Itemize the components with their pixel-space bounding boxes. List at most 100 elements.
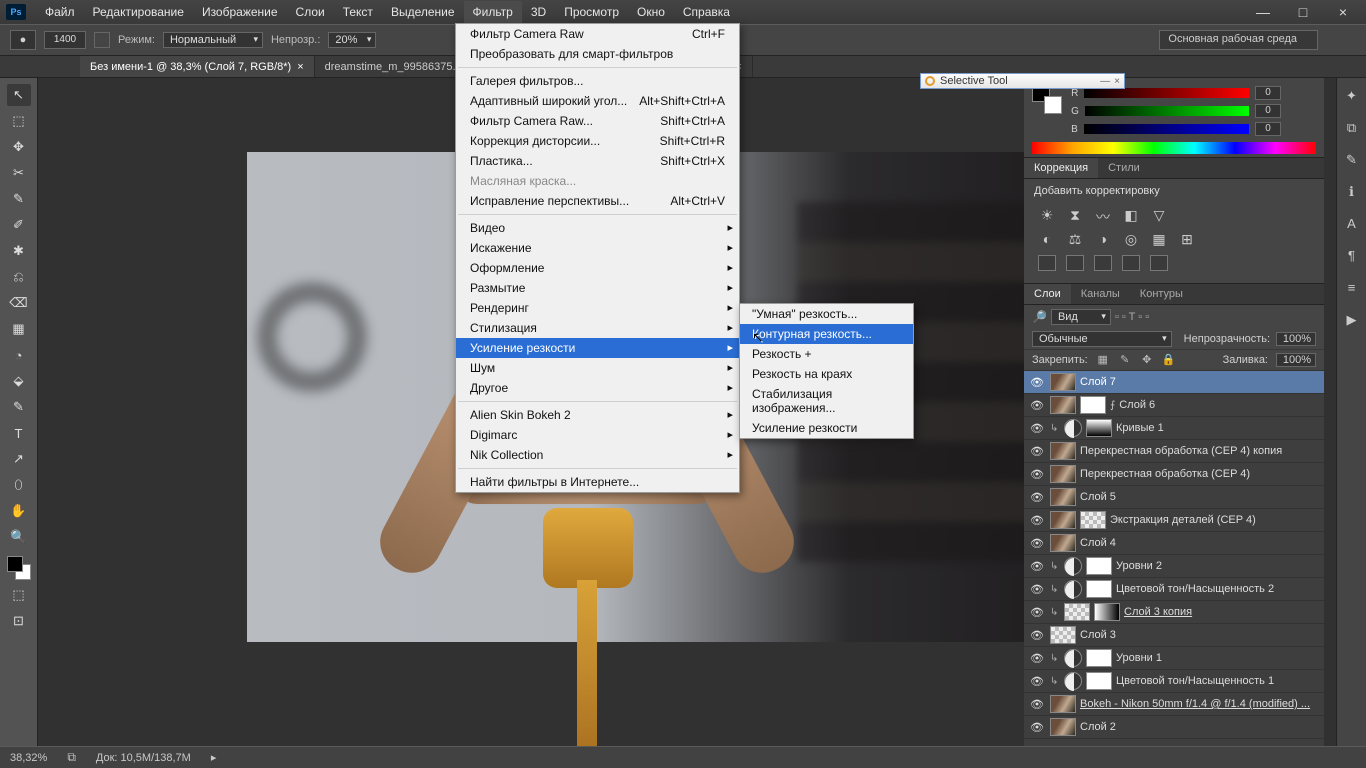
menu-item[interactable]: Преобразовать для смарт-фильтров [456, 44, 739, 64]
filter-menu[interactable]: Фильтр Camera RawCtrl+FПреобразовать для… [455, 23, 740, 493]
layer-row[interactable]: 👁↳Уровни 2 [1024, 555, 1324, 578]
tool-button[interactable]: ✂ [7, 162, 31, 184]
layer-thumb[interactable] [1064, 603, 1090, 621]
visibility-toggle[interactable]: 👁 [1028, 698, 1046, 711]
selective-tool-min[interactable]: — [1100, 76, 1110, 87]
layer-row[interactable]: 👁 Перекрестная обработка (CEP 4) [1024, 463, 1324, 486]
layer-thumb[interactable] [1064, 419, 1082, 437]
submenu-item[interactable]: "Умная" резкость... [740, 304, 913, 324]
adj-hue-icon[interactable]: ◐ [1038, 231, 1056, 247]
menu-справка[interactable]: Справка [674, 1, 739, 23]
adj-thresh-icon[interactable] [1094, 255, 1112, 271]
layer-thumb[interactable] [1086, 672, 1112, 690]
menu-item[interactable]: Другое [456, 378, 739, 398]
adj-bw-icon[interactable]: ◑ [1094, 231, 1112, 247]
layer-name[interactable]: Экстракция деталей (CEP 4) [1110, 514, 1324, 526]
menu-item[interactable]: Адаптивный широкий угол...Alt+Shift+Ctrl… [456, 91, 739, 111]
blend-mode-select[interactable]: Нормальный [163, 32, 263, 48]
layer-name[interactable]: Перекрестная обработка (CEP 4) [1080, 468, 1324, 480]
layer-thumb[interactable] [1080, 511, 1106, 529]
tool-button[interactable]: ✐ [7, 214, 31, 236]
hue-strip[interactable] [1032, 142, 1316, 154]
submenu-item[interactable]: Резкость на краях [740, 364, 913, 384]
layer-row[interactable]: 👁⨍Слой 6 [1024, 394, 1324, 417]
visibility-toggle[interactable]: 👁 [1028, 606, 1046, 619]
menu-item[interactable]: Пластика...Shift+Ctrl+X [456, 151, 739, 171]
layer-name[interactable]: Слой 4 [1080, 537, 1324, 549]
layer-name[interactable]: Слой 3 [1080, 629, 1324, 641]
panel-icon[interactable]: ✦ [1342, 88, 1362, 106]
layer-thumb[interactable] [1064, 649, 1082, 667]
menu-item[interactable]: Шум [456, 358, 739, 378]
menu-item[interactable]: Исправление перспективы...Alt+Ctrl+V [456, 191, 739, 211]
panel-icon[interactable]: ✎ [1342, 152, 1362, 170]
layer-row[interactable]: 👁Перекрестная обработка (CEP 4) копия [1024, 440, 1324, 463]
layer-thumb[interactable] [1050, 534, 1076, 552]
sharpen-submenu[interactable]: "Умная" резкость...Контурная резкость...… [739, 303, 914, 439]
tool-button[interactable]: ⌫ [7, 292, 31, 314]
layer-name[interactable]: Перекрестная обработка (CEP 4) копия [1080, 445, 1324, 457]
r-value[interactable]: 0 [1255, 86, 1281, 100]
adj-poster-icon[interactable] [1066, 255, 1084, 271]
tool-button[interactable]: ✋ [7, 500, 31, 522]
adj-photo-icon[interactable]: ◎ [1122, 231, 1140, 247]
submenu-item[interactable]: Контурная резкость... [740, 324, 913, 344]
menu-слои[interactable]: Слои [287, 1, 334, 23]
menu-item[interactable]: Коррекция дисторсии...Shift+Ctrl+R [456, 131, 739, 151]
adj-balance-icon[interactable]: ⚖ [1066, 231, 1084, 247]
tool-button[interactable]: ⬚ [7, 110, 31, 132]
layer-thumb[interactable] [1050, 511, 1076, 529]
lock-all-icon[interactable]: 🔒 [1162, 353, 1176, 367]
visibility-toggle[interactable]: 👁 [1028, 629, 1046, 642]
menu-item[interactable]: Фильтр Camera RawCtrl+F [456, 24, 739, 44]
visibility-toggle[interactable]: 👁 [1028, 468, 1046, 481]
menu-item[interactable]: Искажение [456, 238, 739, 258]
menu-item[interactable]: Alien Skin Bokeh 2 [456, 405, 739, 425]
layer-thumb[interactable] [1050, 626, 1076, 644]
visibility-toggle[interactable]: 👁 [1028, 652, 1046, 665]
layer-thumb[interactable] [1080, 396, 1106, 414]
panel-icon[interactable]: ℹ [1342, 184, 1362, 202]
lock-paint-icon[interactable]: ✎ [1118, 353, 1132, 367]
adj-brightness-icon[interactable]: ☀ [1038, 207, 1056, 223]
minimize-button[interactable]: — [1250, 4, 1276, 20]
layer-row[interactable]: 👁 Bokeh - Nikon 50mm f/1.4 @ f/1.4 (modif… [1024, 693, 1324, 716]
layer-name[interactable]: Цветовой тон/Насыщенность 2 [1116, 583, 1324, 595]
visibility-toggle[interactable]: 👁 [1028, 491, 1046, 504]
layer-name[interactable]: Слой 5 [1080, 491, 1324, 503]
tool-button[interactable]: ⬯ [7, 474, 31, 496]
menu-item[interactable]: Фильтр Camera Raw...Shift+Ctrl+A [456, 111, 739, 131]
opacity-select[interactable]: 20% [328, 32, 376, 48]
visibility-toggle[interactable]: 👁 [1028, 399, 1046, 412]
layer-thumb[interactable] [1086, 580, 1112, 598]
layer-thumb[interactable] [1086, 649, 1112, 667]
tool-button[interactable]: 🔍 [7, 526, 31, 548]
layer-name[interactable]: Слой 2 [1080, 721, 1324, 733]
layer-name[interactable]: Слой 3 копия [1124, 606, 1324, 618]
layer-row[interactable]: 👁Слой 2 [1024, 716, 1324, 739]
tool-button[interactable]: ↖ [7, 84, 31, 106]
tool-button[interactable]: ✥ [7, 136, 31, 158]
visibility-toggle[interactable]: 👁 [1028, 376, 1046, 389]
tool-button[interactable]: ▦ [7, 318, 31, 340]
visibility-toggle[interactable]: 👁 [1028, 583, 1046, 596]
b-value[interactable]: 0 [1255, 122, 1281, 136]
layer-name[interactable]: Bokeh - Nikon 50mm f/1.4 @ f/1.4 (modifi… [1080, 698, 1324, 710]
submenu-item[interactable]: Резкость + [740, 344, 913, 364]
layer-opacity-field[interactable]: 100% [1276, 332, 1316, 346]
layer-thumb[interactable] [1050, 373, 1076, 391]
menu-редактирование[interactable]: Редактирование [84, 1, 193, 23]
layer-row[interactable]: 👁↳Уровни 1 [1024, 647, 1324, 670]
adj-selcolor-icon[interactable] [1150, 255, 1168, 271]
color-swatch[interactable] [7, 556, 31, 580]
menu-item[interactable]: Галерея фильтров... [456, 71, 739, 91]
close-button[interactable]: × [1330, 4, 1356, 20]
tab-styles[interactable]: Стили [1098, 158, 1150, 178]
menu-3d[interactable]: 3D [522, 1, 555, 23]
menu-item[interactable]: Найти фильтры в Интернете... [456, 472, 739, 492]
layer-row[interactable]: 👁 Слой 5 [1024, 486, 1324, 509]
menu-item[interactable]: Стилизация [456, 318, 739, 338]
r-slider[interactable] [1084, 88, 1249, 98]
menu-просмотр[interactable]: Просмотр [555, 1, 628, 23]
workspace-select[interactable]: Основная рабочая среда [1159, 30, 1318, 50]
